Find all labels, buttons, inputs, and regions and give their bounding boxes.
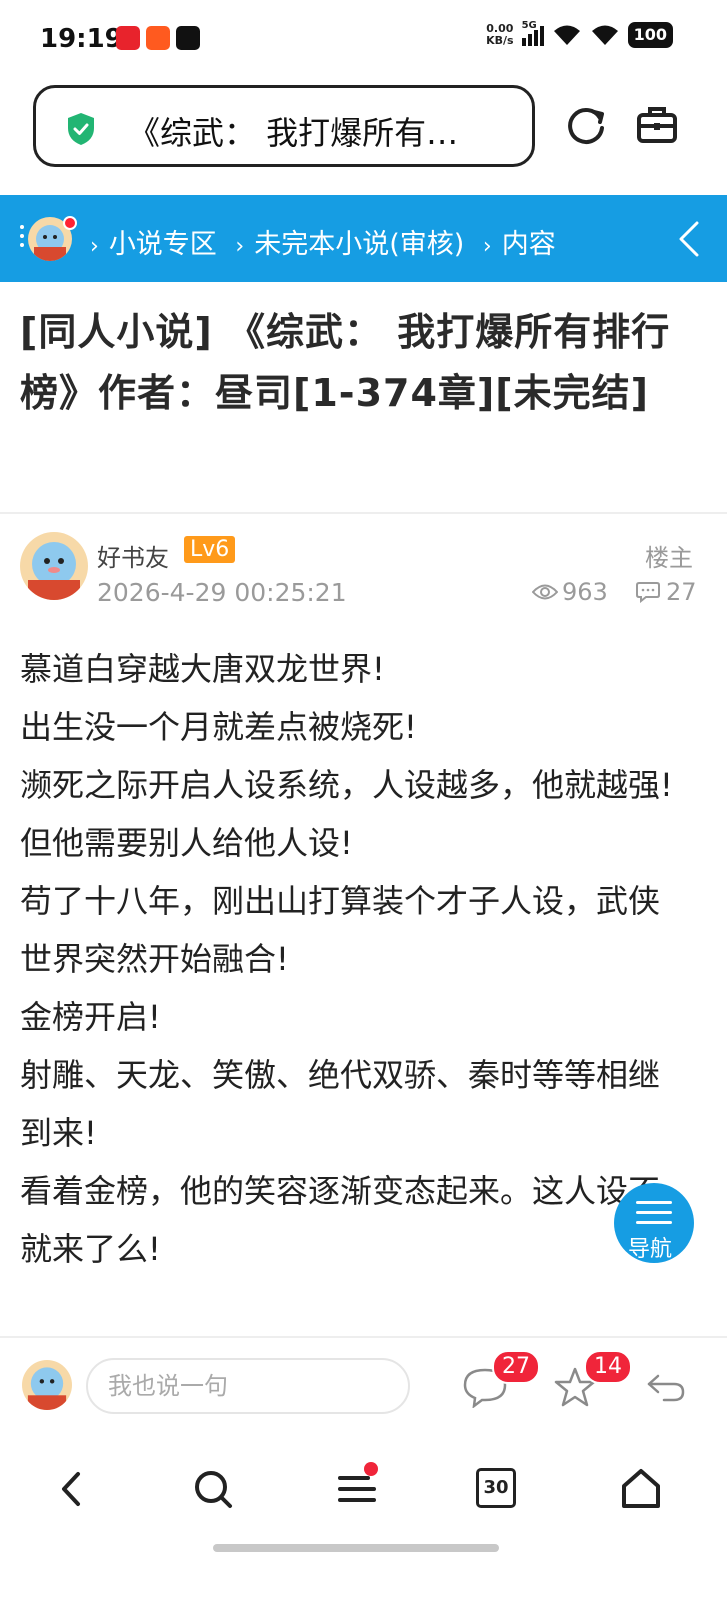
app-notification-icon [146,26,170,50]
my-avatar[interactable] [22,1360,72,1410]
body-line: 濒死之际开启人设系统，人设越多，他就越强! [20,766,673,804]
eye-icon [532,584,558,600]
notification-dot [63,216,77,230]
address-text[interactable]: 《综武： 我打爆所有… [128,108,458,154]
floating-nav-label: 导航 [628,1237,673,1262]
body-line: 出生没一个月就差点被烧死! [20,708,417,746]
comment-bar: 我也说一句 27 14 [0,1338,727,1433]
share-back-icon[interactable] [646,1370,686,1404]
favorite-count-badge: 14 [584,1350,632,1384]
signal-icon: 5G [521,20,544,46]
breadcrumb-item[interactable]: 未完本小说(审核) [254,229,464,260]
body-line: 慕道白穿越大唐双龙世界! [20,650,385,688]
post-title: [同人小说] 《综武： 我打爆所有排行榜》作者：昼司[1-374章][未完结] [20,310,671,415]
wifi-icon [591,25,618,45]
wifi-icon [553,25,580,45]
net-speed: 0.00 KB/s [486,22,514,47]
music-app-icon [176,26,200,50]
menu-icon [636,1201,672,1231]
body-line: 苟了十八年，刚出山打算装个才子人设，武侠世界突然开始融合! [20,882,661,978]
breadcrumb: › 小说专区 › 未完本小说(审核) › 内容 [90,229,556,260]
body-line: 射雕、天龙、笑傲、绝代双骄、秦时等等相继到来! [20,1056,661,1152]
comment-count-badge: 27 [492,1350,540,1384]
browser-nav-bar: 30 [0,1438,727,1600]
comment-icon [636,582,660,603]
address-bar[interactable]: 《综武： 我打爆所有… [33,85,535,167]
tabs-button[interactable]: 30 [476,1468,516,1508]
comments-button[interactable]: 27 [462,1350,540,1409]
post-timestamp: 2026-4-29 00:25:21 [97,578,347,607]
refresh-icon[interactable] [564,104,608,148]
status-bar: 19:19 0.00 KB/s 5G 100 [0,0,727,80]
body-line: 金榜开启! [20,998,161,1036]
author-avatar[interactable] [20,532,88,600]
body-line: 看着金榜，他的笑容逐渐变态起来。这人设不就来了么! [20,1172,661,1268]
security-shield-icon [68,113,94,145]
level-badge: Lv6 [184,536,236,563]
favorite-button[interactable]: 14 [554,1350,632,1408]
search-icon[interactable] [190,1466,236,1512]
more-dots-icon[interactable] [20,225,24,247]
battery-indicator: 100 [627,22,673,48]
home-icon[interactable] [618,1466,664,1512]
status-time: 19:19 [40,24,123,54]
post-body: 慕道白穿越大唐双龙世界! 出生没一个月就差点被烧死! 濒死之际开启人设系统，人设… [20,640,680,1278]
reply-count: 27 [636,578,697,606]
toolbox-icon[interactable] [636,104,678,146]
forum-header-bar: › 小说专区 › 未完本小说(审核) › 内容 [0,195,727,282]
view-count: 963 [532,578,608,606]
breadcrumb-item[interactable]: 小说专区 [109,229,217,260]
divider [0,512,727,514]
floating-nav-button[interactable]: 导航 [614,1183,694,1263]
app-notification-icon [116,26,140,50]
status-app-icons [116,26,200,50]
floor-label: 楼主 [645,544,693,572]
breadcrumb-item[interactable]: 内容 [502,229,556,260]
body-line: 但他需要别人给他人设! [20,824,353,862]
notification-dot [364,1462,378,1476]
tabs-count: 30 [483,1477,509,1498]
comment-input[interactable]: 我也说一句 [86,1358,410,1414]
status-indicators: 0.00 KB/s 5G 100 [486,20,673,48]
back-icon[interactable] [48,1466,94,1512]
author-name[interactable]: 好书友 [97,538,169,573]
menu-button[interactable] [334,1462,380,1512]
gesture-bar[interactable] [213,1544,499,1552]
chevron-left-icon[interactable] [677,219,701,259]
